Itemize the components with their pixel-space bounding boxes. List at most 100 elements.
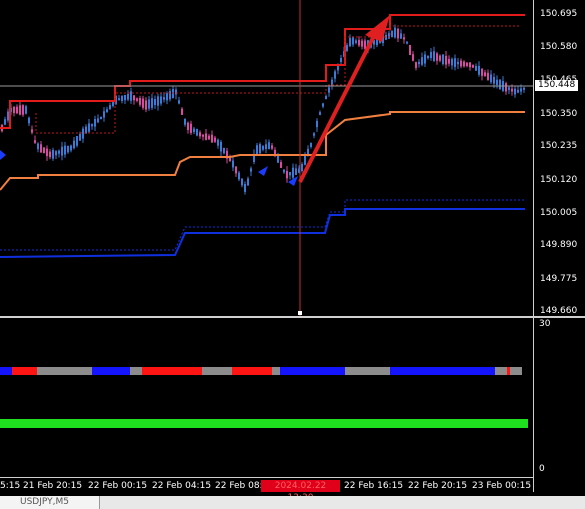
candle-body [199, 132, 201, 137]
candle-body [286, 170, 288, 179]
candle-body [238, 172, 240, 180]
candle-body [328, 87, 330, 93]
signal-segment-red [12, 367, 37, 375]
candle-body [457, 61, 459, 65]
price-label: 150.235 [540, 141, 578, 151]
candle-body [406, 41, 408, 44]
candle-body [145, 100, 147, 110]
candle-body [445, 55, 447, 65]
time-label: 22 Feb 00:15 [88, 481, 148, 491]
time-label: 22 Feb 20:15 [408, 481, 468, 491]
candle-body [508, 87, 510, 91]
candle-body [466, 62, 468, 66]
candle-body [196, 129, 198, 136]
candle-body [85, 126, 87, 134]
candle-body [265, 144, 267, 150]
candle-body [346, 45, 348, 51]
candle-body [391, 31, 393, 38]
candle-body [256, 145, 258, 155]
candle-body [310, 143, 312, 147]
time-label: 23 Feb 00:15 [472, 481, 532, 491]
candle-body [154, 99, 156, 105]
chart-tab-usdjpy[interactable]: USDJPY,M5 [0, 496, 100, 509]
candle-body [397, 28, 399, 39]
signal-segment-gray [202, 367, 232, 375]
candle-body [139, 97, 141, 105]
candle-body [424, 54, 426, 64]
candle-body [364, 40, 366, 49]
candle-body [499, 79, 501, 90]
candle-body [187, 122, 189, 130]
candle-body [175, 89, 177, 95]
candle-body [211, 134, 213, 143]
candle-body [82, 128, 84, 139]
candle-body [493, 77, 495, 84]
candle-body [361, 40, 363, 47]
candle-body [418, 61, 420, 65]
signal-color-bar [0, 367, 522, 375]
candle-body [247, 178, 249, 186]
candle-body [259, 144, 261, 154]
upper-dotted-line [35, 25, 520, 134]
candle-body [166, 93, 168, 101]
candle-body [268, 142, 270, 150]
candle-body [127, 93, 129, 100]
time-label: 22 Feb 16:15 [344, 481, 404, 491]
time-label: 22 Feb 04:15 [152, 481, 212, 491]
price-label: 149.890 [540, 240, 578, 250]
candle-body [19, 105, 21, 115]
signal-segment-blue [390, 367, 495, 375]
candle-body [34, 140, 36, 143]
candle-body [178, 100, 180, 104]
time-label: 5:15 [0, 481, 21, 491]
candle-body [58, 150, 60, 154]
indicator-axis-bottom: 0 [539, 464, 545, 474]
candle-body [394, 27, 396, 38]
candle-body [64, 145, 66, 155]
candle-body [232, 160, 234, 168]
candle-body [28, 117, 30, 124]
candle-body [43, 147, 45, 154]
time-label: 22 Feb 08: [215, 481, 263, 491]
candle-body [193, 128, 195, 133]
candle-body [79, 133, 81, 141]
candle-body [148, 99, 150, 109]
time-label: 21 Feb 20:15 [23, 481, 83, 491]
candle-body [160, 96, 162, 104]
indicator-panel[interactable] [0, 318, 533, 478]
candle-body [340, 57, 342, 63]
candle-body [319, 112, 321, 115]
candle-body [262, 145, 264, 150]
candle-body [13, 107, 15, 113]
candle-body [412, 54, 414, 61]
price-chart[interactable] [0, 0, 533, 316]
candle-body [109, 105, 111, 110]
candle-body [223, 148, 225, 154]
candle-body [16, 106, 18, 114]
signal-segment-gray [495, 367, 507, 375]
candle-body [430, 51, 432, 59]
candle-body [277, 155, 279, 163]
candle-body [514, 88, 516, 95]
candle-body [451, 58, 453, 66]
candle-body [121, 95, 123, 102]
candle-body [325, 96, 327, 99]
candle-body [271, 145, 273, 149]
candle-body [202, 134, 204, 137]
candle-body [292, 167, 294, 178]
candle-body [22, 105, 24, 115]
price-axis-border [533, 0, 534, 492]
current-price-badge: 150.448 [535, 80, 578, 91]
candle-body [220, 141, 222, 152]
lower-dotted-line [0, 199, 525, 251]
candle-body [331, 79, 333, 86]
candle-body [157, 96, 159, 106]
candle-body [415, 62, 417, 68]
candle-body [349, 37, 351, 47]
signal-segment-red [232, 367, 272, 375]
signal-segment-gray [345, 367, 390, 375]
candle-body [190, 123, 192, 133]
candle-body [91, 124, 93, 127]
candle-body [31, 129, 33, 133]
price-label: 150.120 [540, 175, 578, 185]
